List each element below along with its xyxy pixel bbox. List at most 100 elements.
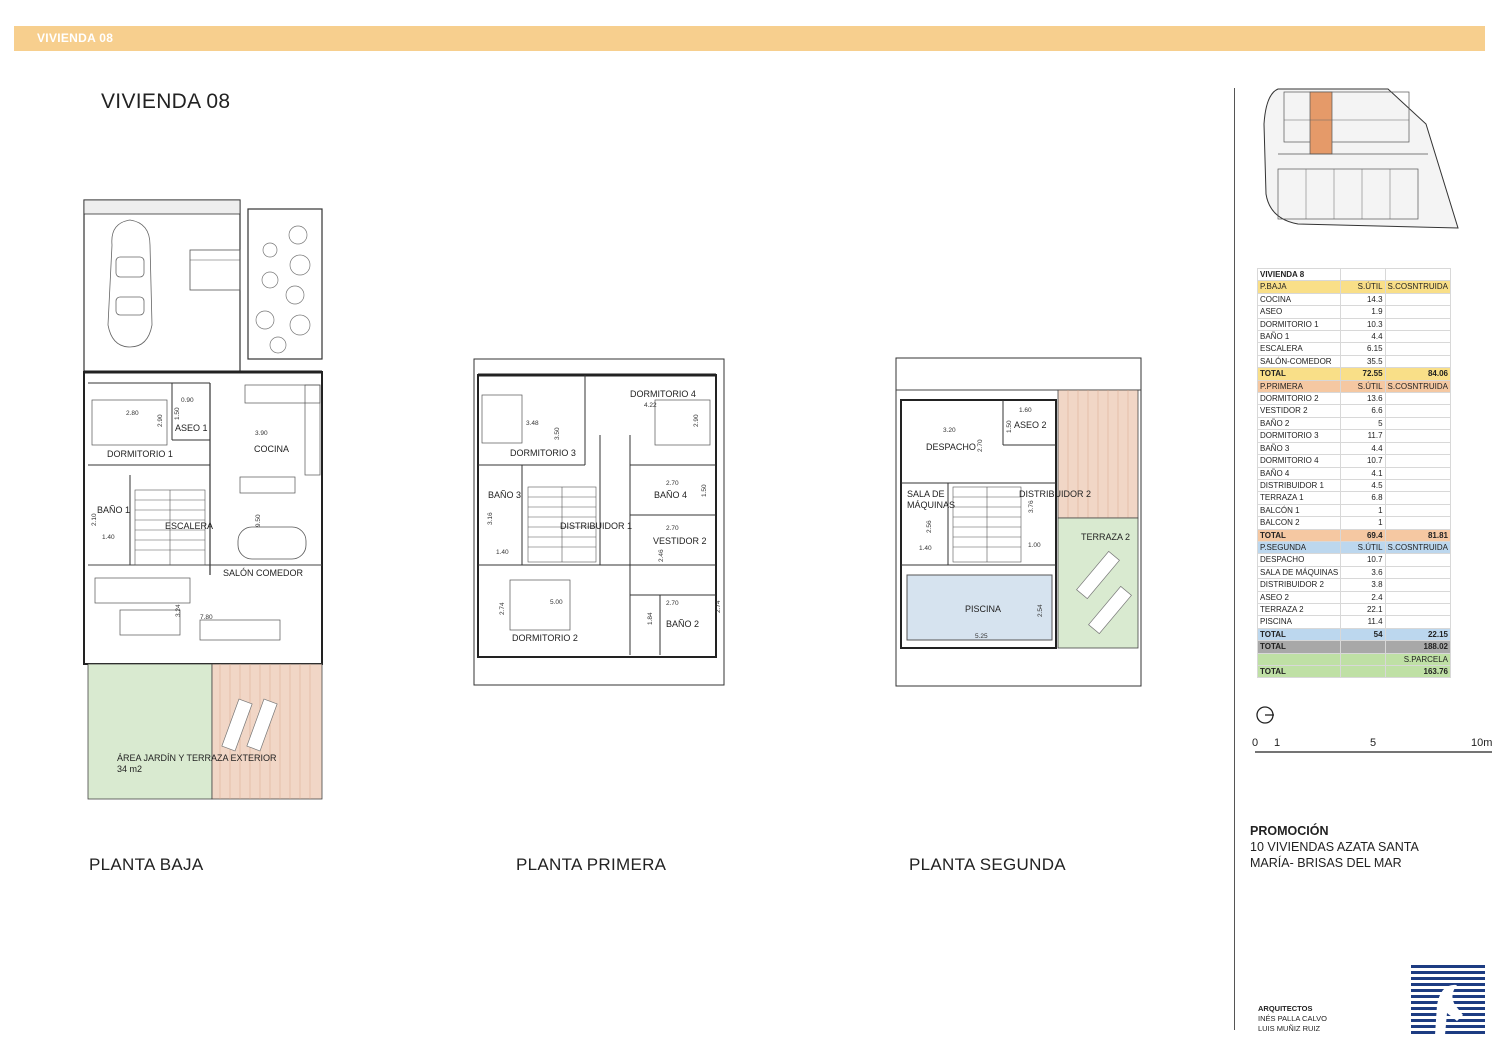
dim-label: 1.50 <box>1006 420 1013 433</box>
table-cell-label: TOTAL <box>1256 640 1342 654</box>
dim-label: 2.74 <box>499 602 506 615</box>
table-cell-value: 4.5 <box>1340 478 1386 493</box>
table-cell-label: TERRAZA 1 <box>1256 491 1342 505</box>
scale-label-10: 10m <box>1471 737 1493 749</box>
table-row: VIVIENDA 8 <box>1256 267 1452 282</box>
table-row: BAÑO 1 4.4 <box>1256 330 1452 344</box>
table-cell-label: COCINA <box>1256 292 1342 307</box>
studio-logo <box>1411 965 1485 1035</box>
table-cell-value: 6.15 <box>1340 342 1386 356</box>
table-cell-label: TOTAL <box>1256 528 1342 542</box>
table-cell-value <box>1384 516 1452 530</box>
table-cell-value: 6.6 <box>1340 404 1386 418</box>
table-cell-value <box>1384 305 1452 319</box>
plan-planta-primera: DORMITORIO 4 DORMITORIO 3 BAÑO 3 BAÑO 4 … <box>473 358 725 686</box>
table-cell-value: 6.8 <box>1340 491 1386 505</box>
dim-label: 2.10 <box>91 513 98 526</box>
table-row: P.PRIMERA S.ÚTIL S.COSNTRUIDA <box>1256 379 1452 394</box>
room-jardin-area: 34 m2 <box>117 764 142 774</box>
promo-line-1: 10 VIVIENDAS AZATA SANTA <box>1250 840 1419 854</box>
table-cell-value <box>1384 392 1452 406</box>
table-cell-value <box>1384 578 1452 592</box>
table-cell-value <box>1384 615 1452 629</box>
table-cell-label: BAÑO 4 <box>1256 466 1342 480</box>
table-cell-value <box>1384 292 1452 307</box>
table-row: ASEO 1.9 <box>1256 305 1452 319</box>
table-cell-value: S.COSNTRUIDA <box>1384 379 1452 394</box>
table-cell-value <box>1384 267 1452 282</box>
table-cell-label: BAÑO 3 <box>1256 441 1342 456</box>
table-cell-label: TOTAL <box>1256 627 1342 642</box>
dim-label: 1.40 <box>919 545 932 552</box>
dim-label: 1.50 <box>701 484 708 497</box>
dim-label: 2.74 <box>715 600 722 613</box>
table-cell-value: 22.1 <box>1340 602 1386 617</box>
table-row: DISTRIBUIDOR 2 3.8 <box>1256 578 1452 592</box>
room-piscina: PISCINA <box>965 604 1001 614</box>
table-cell-value <box>1384 441 1452 456</box>
dim-label: 1.00 <box>1028 542 1041 549</box>
table-cell-value: 54 <box>1340 627 1386 642</box>
table-cell-label: DORMITORIO 4 <box>1256 454 1342 468</box>
room-despacho: DESPACHO <box>926 442 976 452</box>
table-row: SALÓN-COMEDOR 35.5 <box>1256 354 1452 369</box>
table-cell-label: VESTIDOR 2 <box>1256 404 1342 418</box>
table-cell-value <box>1340 652 1386 667</box>
table-cell-value: 1 <box>1340 516 1386 530</box>
page-title: VIVIENDA 08 <box>101 90 231 113</box>
room-vestidor-2: VESTIDOR 2 <box>653 536 707 546</box>
table-cell-label: TOTAL <box>1256 664 1342 679</box>
room-aseo-1: ASEO 1 <box>175 423 208 433</box>
plan-label-primera: PLANTA PRIMERA <box>516 855 667 874</box>
table-cell-label: BALCON 2 <box>1256 516 1342 530</box>
table-cell-value: 14.3 <box>1340 292 1386 307</box>
table-cell-value: S.PARCELA <box>1384 652 1452 667</box>
table-row: BALCON 21 <box>1256 516 1452 530</box>
stairs-icon <box>952 486 1022 563</box>
table-row: TOTAL 72.55 84.06 <box>1256 367 1452 381</box>
scale-bar <box>1255 751 1492 753</box>
dim-label: 2.80 <box>126 410 139 417</box>
scale-label-5: 5 <box>1370 737 1377 749</box>
table-cell-value: 2.4 <box>1340 590 1386 604</box>
table-cell-value <box>1384 330 1452 344</box>
scale-label-1: 1 <box>1274 737 1281 749</box>
room-aseo-2: ASEO 2 <box>1014 420 1047 430</box>
table-row: P.BAJA S.ÚTIL S.COSNTRUIDA <box>1256 280 1452 294</box>
table-cell-value <box>1340 640 1386 654</box>
table-cell-value <box>1340 664 1386 679</box>
dim-label: 9.50 <box>255 514 262 527</box>
table-cell-value: 72.55 <box>1340 367 1386 381</box>
table-cell-label: SALÓN-COMEDOR <box>1256 354 1342 369</box>
table-cell-value: 35.5 <box>1340 354 1386 369</box>
table-cell-label: P.SEGUNDA <box>1256 540 1342 555</box>
table-row: SALA DE MÁQUINAS 3.6 <box>1256 565 1452 580</box>
dim-label: 1.40 <box>102 534 115 541</box>
dim-label: 2.70 <box>977 439 984 452</box>
table-row: DISTRIBUIDOR 1 4.5 <box>1256 478 1452 493</box>
room-dormitorio-2: DORMITORIO 2 <box>512 633 578 643</box>
plan-label-segunda: PLANTA SEGUNDA <box>909 855 1066 874</box>
table-row: ASEO 2 2.4 <box>1256 590 1452 604</box>
table-cell-value <box>1384 491 1452 505</box>
table-cell-label: TOTAL <box>1256 367 1342 381</box>
table-cell-value: 84.06 <box>1384 367 1452 381</box>
table-cell-value <box>1384 429 1452 443</box>
room-terraza-2: TERRAZA 2 <box>1081 532 1130 542</box>
architects-label: ARQUITECTOS <box>1258 1004 1313 1013</box>
table-cell-value: 1.9 <box>1340 305 1386 319</box>
table-cell-value: 4.4 <box>1340 330 1386 344</box>
dim-label: 1.50 <box>174 407 181 420</box>
banner-text: VIVIENDA 08 <box>37 31 114 45</box>
dim-label: 2.90 <box>693 414 700 427</box>
table-cell-label: P.BAJA <box>1256 280 1342 294</box>
table-cell-value: 81.81 <box>1384 528 1452 542</box>
dim-label: 1.40 <box>496 549 509 556</box>
table-cell-value <box>1384 342 1452 356</box>
table-cell-value: 5 <box>1340 416 1386 431</box>
room-sala-maquinas-2: MÁQUINAS <box>907 500 955 510</box>
table-row: DESPACHO 10.7 <box>1256 553 1452 567</box>
table-row: TERRAZA 2 22.1 <box>1256 602 1452 617</box>
table-cell-value: 163.76 <box>1384 664 1452 679</box>
table-cell-value: 69.4 <box>1340 528 1386 542</box>
